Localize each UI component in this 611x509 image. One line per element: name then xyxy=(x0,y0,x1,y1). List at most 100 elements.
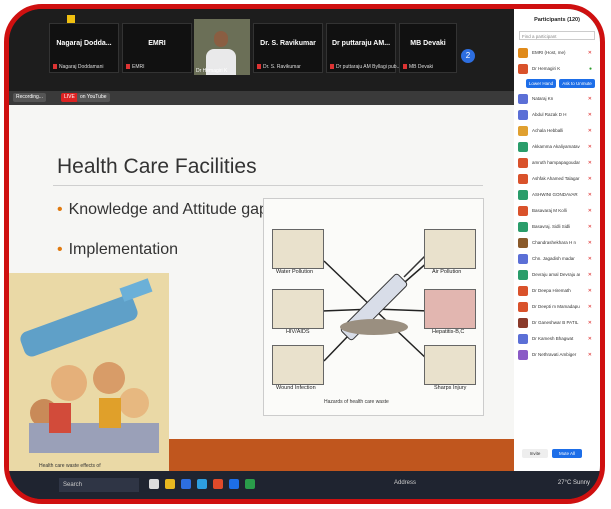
ask-unmute-button[interactable]: Ask to Unmute xyxy=(559,79,595,88)
video-tile-active[interactable]: Dr Hemagiri K xyxy=(194,19,250,75)
hazard-label: HIV/AIDS xyxy=(286,329,310,335)
recording-indicator[interactable]: Recording... xyxy=(13,93,46,102)
live-badge[interactable]: LIVE xyxy=(61,93,78,102)
participant-name: Ashfak Ahamed Talagar Talagar xyxy=(532,176,580,181)
bullet-icon: • xyxy=(57,201,63,218)
taskbar-search-input[interactable]: Search xyxy=(59,478,139,492)
tile-name: Dr puttaraju AM... xyxy=(331,40,391,47)
video-tile[interactable]: Nagaraj Dodda... Nagaraj Doddamani xyxy=(49,23,119,73)
slide-title: Health Care Facilities xyxy=(57,155,257,178)
participant-row[interactable]: Dr Ganeshwar B PATIL ✕ xyxy=(518,317,598,329)
zoom-icon[interactable] xyxy=(229,479,239,489)
participant-row[interactable]: amruth hampapagoudar ✕ xyxy=(518,157,598,169)
tile-sub: EMRI xyxy=(126,64,145,70)
address-label[interactable]: Address xyxy=(394,480,416,486)
participant-row[interactable]: Abdul Razak D H ✕ xyxy=(518,109,598,121)
tile-name: Dr. S. Ravikumar xyxy=(260,40,316,47)
slide-footer-band xyxy=(169,439,514,471)
windows-taskbar: Search Address 27°C Sunny xyxy=(9,471,600,499)
mic-muted-icon: ✕ xyxy=(587,208,592,214)
mute-all-button[interactable]: Mute All xyxy=(552,449,582,458)
participant-row[interactable]: Dr Deepa Hiremath ✕ xyxy=(518,285,598,297)
tile-name: EMRI xyxy=(148,40,166,47)
participant-row[interactable]: Dr Kamesh Bhagwat ✕ xyxy=(518,333,598,345)
lower-hand-button[interactable]: Lower Hand xyxy=(526,79,556,88)
bullet-item: • Knowledge and Attitude gap xyxy=(57,201,268,219)
video-tile[interactable]: Dr puttaraju AM... Dr puttaraju AM Bylla… xyxy=(326,23,401,73)
avatar xyxy=(518,64,528,74)
hazard-label: Air Pollution xyxy=(432,269,462,275)
task-view-icon[interactable] xyxy=(149,479,159,489)
avatar xyxy=(518,142,528,152)
participant-search-input[interactable]: Find a participant xyxy=(519,31,595,40)
avatar xyxy=(518,94,528,104)
cartoon-illustration xyxy=(9,273,169,471)
mic-muted-icon: ✕ xyxy=(587,96,592,102)
mic-muted-icon: ✕ xyxy=(587,256,592,262)
mic-muted-icon: ✕ xyxy=(587,272,592,278)
cartoon-caption: Health care waste effects of xyxy=(39,463,101,469)
avatar xyxy=(518,318,528,328)
participant-row[interactable]: Dr Nethravati Ambiger ✕ xyxy=(518,349,598,361)
file-explorer-icon[interactable] xyxy=(165,479,175,489)
youtube-label[interactable]: on YouTube xyxy=(77,93,110,102)
avatar xyxy=(518,206,528,216)
video-tile[interactable]: Dr. S. Ravikumar Dr. S. Ravikumar xyxy=(253,23,323,73)
participant-name: Nataraj Kn xyxy=(532,96,554,101)
app-icon[interactable] xyxy=(213,479,223,489)
participant-name: Dr Hemagiri K xyxy=(532,66,561,71)
participant-name: ASHWINI GONDAVAR xyxy=(532,192,578,197)
participant-row[interactable]: Basavaraj M Kolli ✕ xyxy=(518,205,598,217)
mic-muted-icon: ✕ xyxy=(587,112,592,118)
participant-row[interactable]: Nataraj Kn ✕ xyxy=(518,93,598,105)
avatar xyxy=(518,350,528,360)
excel-icon[interactable] xyxy=(245,479,255,489)
participant-row[interactable]: EMRI (Host, me) ✕ xyxy=(518,47,598,59)
mic-muted-icon: ✕ xyxy=(587,352,592,358)
bullet-text: Implementation xyxy=(68,241,178,258)
mic-muted-icon: ✕ xyxy=(587,288,592,294)
participant-row[interactable]: Dr Deepti m Mamadapur ✕ xyxy=(518,301,598,313)
participant-row[interactable]: Ashfak Ahamed Talagar Talagar ✕ xyxy=(518,173,598,185)
avatar xyxy=(518,270,528,280)
edge-icon[interactable] xyxy=(181,479,191,489)
avatar xyxy=(518,190,528,200)
video-tile[interactable]: EMRI EMRI xyxy=(122,23,192,73)
store-icon[interactable] xyxy=(197,479,207,489)
tile-sub: Dr puttaraju AM Byllagi pub... xyxy=(330,64,401,70)
participants-panel: Participants (120) Find a participant EM… xyxy=(514,9,600,471)
mic-on-icon: ● xyxy=(588,66,592,72)
participant-row[interactable]: Dr Hemagiri K ● xyxy=(518,63,598,75)
bullet-text: Knowledge and Attitude gap xyxy=(68,201,268,218)
participant-row[interactable]: Devraju amal Devraju amal ✕ xyxy=(518,269,598,281)
mic-muted-icon: ✕ xyxy=(587,240,592,246)
hazard-panel xyxy=(272,289,324,329)
participant-row[interactable]: Achala Hebballi ✕ xyxy=(518,125,598,137)
weather-widget[interactable]: 27°C Sunny xyxy=(558,480,590,486)
participant-name: Devraju amal Devraju amal xyxy=(532,272,580,277)
participant-name: Akkamma Akaliyamatavar xyxy=(532,144,580,149)
hazard-label: Sharps Injury xyxy=(434,385,467,391)
avatar xyxy=(518,158,528,168)
mic-muted-icon: ✕ xyxy=(587,320,592,326)
participant-row[interactable]: Akkamma Akaliyamatavar ✕ xyxy=(518,141,598,153)
participant-name: Dr Kamesh Bhagwat xyxy=(532,336,574,341)
hazard-panel xyxy=(424,345,476,385)
hazard-caption: Hazards of health care waste xyxy=(324,399,389,405)
participant-row[interactable]: ASHWINI GONDAVAR ✕ xyxy=(518,189,598,201)
hazard-diagram: Water Pollution Air Pollution HIV/AIDS H… xyxy=(263,198,484,416)
tile-name: MB Devaki xyxy=(410,40,446,47)
participant-row[interactable]: Chandrashekhara H n ✕ xyxy=(518,237,598,249)
participant-name: amruth hampapagoudar xyxy=(532,160,580,165)
screenshot-frame: Nagaraj Dodda... Nagaraj Doddamani EMRI … xyxy=(4,4,605,504)
invite-button[interactable]: Invite xyxy=(522,449,548,458)
next-page-button[interactable]: 2 xyxy=(461,49,475,63)
participant-row[interactable]: Chn. Jagadish madar ✕ xyxy=(518,253,598,265)
mic-muted-icon: ✕ xyxy=(587,160,592,166)
participant-name: Dr Ganeshwar B PATIL xyxy=(532,320,579,325)
video-tile[interactable]: MB Devaki MB Devaki xyxy=(399,23,457,73)
participant-name: Chn. Jagadish madar xyxy=(532,256,575,261)
participant-row[interactable]: Basavraj. Sidli Sidli ✕ xyxy=(518,221,598,233)
avatar xyxy=(518,110,528,120)
tile-sub: Dr Hemagiri K xyxy=(196,68,228,74)
